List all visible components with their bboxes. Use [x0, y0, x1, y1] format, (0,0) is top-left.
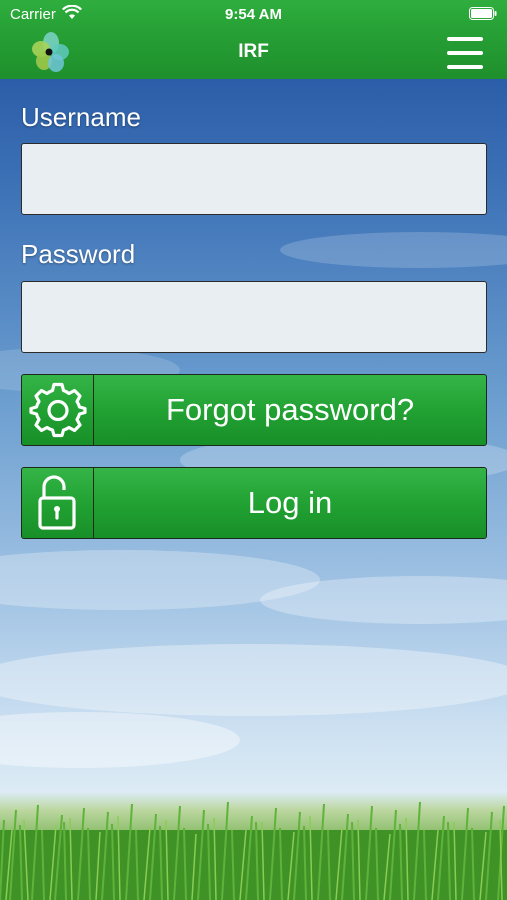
forgot-password-icon-box [22, 375, 94, 445]
login-button[interactable]: Log in [21, 467, 487, 539]
forgot-password-button[interactable]: Forgot password? [21, 374, 487, 446]
navigation-bar: IRF [0, 28, 507, 79]
username-label: Username [21, 102, 141, 132]
status-bar: Carrier 9:54 AM [0, 0, 507, 28]
login-icon-box [22, 468, 94, 538]
battery-icon [469, 7, 497, 20]
unlocked-padlock-icon [37, 475, 76, 530]
password-label: Password [21, 239, 136, 269]
gear-icon [28, 382, 87, 438]
grass-background [0, 801, 507, 900]
username-input[interactable] [21, 143, 487, 215]
password-input[interactable] [21, 281, 487, 353]
hamburger-menu-icon[interactable] [445, 33, 485, 73]
clock-time: 9:54 AM [225, 6, 282, 23]
login-label: Log in [247, 485, 333, 520]
page-title: IRF [238, 41, 269, 62]
forgot-password-label: Forgot password? [165, 392, 415, 427]
